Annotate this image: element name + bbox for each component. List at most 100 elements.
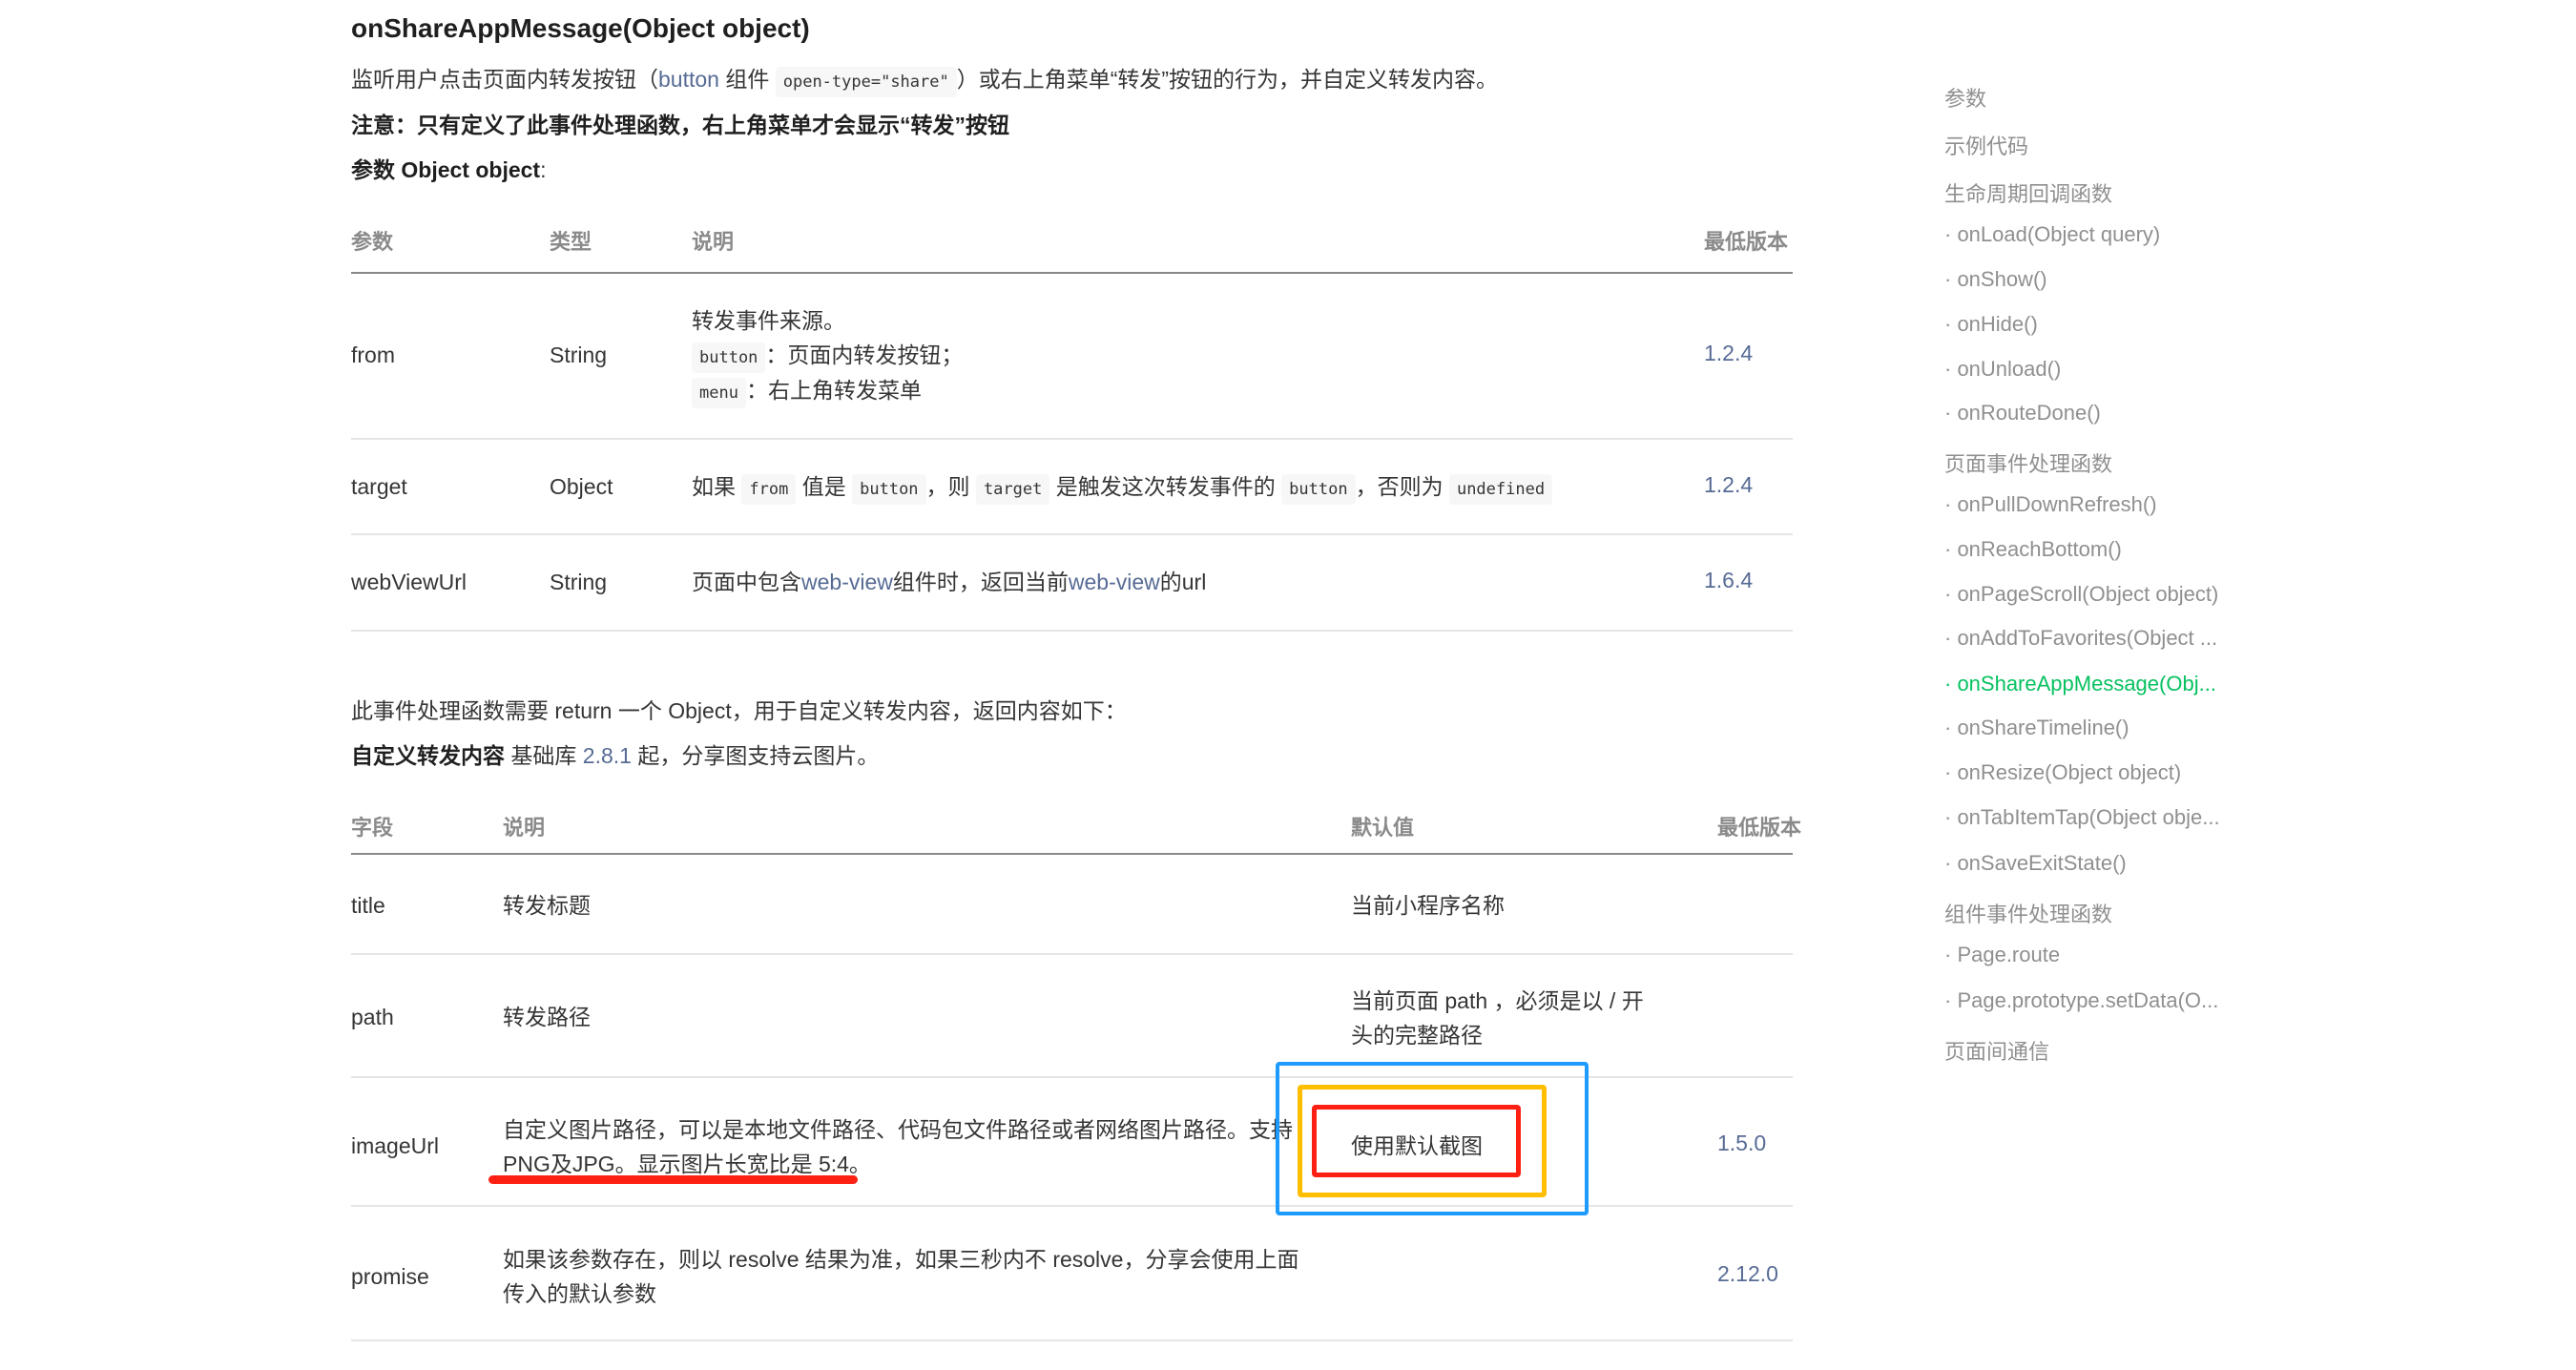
toc-item[interactable]: · onShow(): [1944, 267, 2047, 292]
code-from: from: [741, 474, 797, 505]
note-text: 注意：只有定义了此事件处理函数，右上角菜单才会显示“转发”按钮: [351, 113, 1009, 137]
field-name: promise: [351, 1264, 429, 1289]
toc-item[interactable]: · onReachBottom(): [1944, 537, 2122, 562]
desc-text: 是触发这次转发事件的: [1049, 474, 1282, 499]
toc-item[interactable]: · onAddToFavorites(Object ...: [1944, 626, 2217, 651]
code-target: target: [975, 474, 1050, 505]
code-button: button: [692, 342, 766, 373]
toc-item[interactable]: 组件事件处理函数: [1944, 898, 2112, 928]
row-divider: [351, 953, 1793, 955]
table2-header-default: 默认值: [1351, 816, 1415, 840]
toc-item[interactable]: · onRouteDone(): [1944, 401, 2101, 426]
toc-item[interactable]: · onPageScroll(Object object): [1944, 582, 2218, 607]
param-version[interactable]: 1.2.4: [1704, 472, 1753, 498]
desc-text: ，否则为: [1355, 474, 1449, 499]
red-box-annotation: [1312, 1105, 1521, 1177]
code-undefined: undefined: [1448, 474, 1553, 505]
toc-item[interactable]: · onLoad(Object query): [1944, 222, 2160, 247]
field-name: title: [351, 893, 385, 918]
toc-item[interactable]: · onResize(Object object): [1944, 760, 2181, 785]
param-name: from: [351, 342, 395, 367]
param-desc-line: button ：页面内转发按钮；: [692, 339, 963, 374]
code-button: button: [852, 474, 926, 505]
row-divider: [351, 630, 1793, 632]
desc-text: ：右上角转发菜单: [745, 378, 922, 403]
toc-item[interactable]: · Page.route: [1944, 943, 2060, 967]
toc-item[interactable]: · onShareTimeline(): [1944, 716, 2129, 740]
table2-header-divider: [351, 853, 1793, 855]
param-version[interactable]: 1.6.4: [1704, 568, 1753, 593]
toc-item[interactable]: 生命周期回调函数: [1944, 177, 2112, 208]
open-type-code: open-type="share": [775, 67, 957, 97]
toc-item-active[interactable]: · onShareAppMessage(Obj...: [1944, 672, 2216, 696]
table2-header-desc: 说明: [503, 816, 546, 840]
table1-header-param: 参数: [351, 230, 394, 254]
param-name: target: [351, 474, 407, 499]
web-view-link[interactable]: web-view: [801, 570, 893, 594]
param-version[interactable]: 1.2.4: [1704, 341, 1753, 366]
param-desc-line: menu ：右上角转发菜单: [692, 374, 922, 409]
desc-text: 的url: [1159, 570, 1207, 594]
param-desc: 页面中包含web-view组件时，返回当前web-view的url: [692, 566, 1206, 598]
toc-item[interactable]: 页面事件处理函数: [1944, 447, 2112, 478]
field-name: imageUrl: [351, 1133, 440, 1158]
toc-item[interactable]: 页面间通信: [1944, 1035, 2049, 1066]
field-desc-line: 自定义图片路径，可以是本地文件路径、代码包文件路径或者网络图片路径。支持: [503, 1117, 1293, 1142]
version-link[interactable]: 2.8.1: [583, 743, 632, 768]
field-version[interactable]: 2.12.0: [1717, 1261, 1778, 1287]
toc-item[interactable]: · onHide(): [1944, 312, 2038, 337]
toc-item[interactable]: · Page.prototype.setData(O...: [1944, 988, 2218, 1013]
toc-item[interactable]: · onPullDownRefresh(): [1944, 492, 2157, 517]
param-name: webViewUrl: [351, 570, 467, 594]
toc-item[interactable]: · onSaveExitState(): [1944, 851, 2127, 876]
param-type: String: [550, 342, 608, 367]
toc-item[interactable]: · onTabItemTap(Object obje...: [1944, 805, 2220, 830]
field-desc-line: 如果该参数存在，则以 resolve 结果为准，如果三秒内不 resolve，分…: [503, 1247, 1299, 1272]
field-desc-line: 传入的默认参数: [503, 1281, 656, 1306]
desc-suffix: ）或右上角菜单“转发”按钮的行为，并自定义转发内容。: [956, 67, 1499, 92]
toc-item[interactable]: 示例代码: [1944, 130, 2028, 160]
custom-content-title: 自定义转发内容: [351, 743, 505, 768]
toc-item[interactable]: · onUnload(): [1944, 357, 2061, 382]
param-type: Object: [550, 474, 613, 499]
desc-mid: 组件: [718, 67, 776, 92]
param-type: String: [550, 570, 608, 594]
desc-text: 如果: [692, 474, 742, 499]
custom-text: 起，分享图支持云图片。: [631, 743, 880, 768]
field-name: path: [351, 1005, 394, 1029]
param-desc: 如果 from 值是 button ，则 target 是触发这次转发事件的 bu…: [692, 470, 1553, 506]
desc-prefix: 监听用户点击页面内转发按钮（: [351, 67, 658, 92]
param-label-colon: :: [540, 157, 547, 182]
row-divider: [351, 533, 1793, 535]
field-default-line: 头的完整路径: [1351, 1023, 1483, 1048]
code-menu: menu: [692, 378, 746, 408]
table1-header-type: 类型: [550, 230, 592, 254]
return-description: 此事件处理函数需要 return 一个 Object，用于自定义转发内容，返回内…: [351, 698, 1127, 723]
field-desc: 转发路径: [503, 1005, 591, 1029]
field-default-line: 当前页面 path ，必须是以 / 开: [1351, 988, 1644, 1013]
desc-text: 页面中包含: [692, 570, 801, 594]
field-desc: 转发标题: [503, 893, 591, 918]
table1-header-version: 最低版本: [1704, 230, 1789, 254]
toc-item[interactable]: 参数: [1944, 82, 1986, 113]
desc-text: ：页面内转发按钮；: [765, 342, 964, 367]
field-version[interactable]: 1.5.0: [1717, 1131, 1766, 1156]
description: 监听用户点击页面内转发按钮（button 组件 open-type="share…: [351, 63, 1498, 98]
custom-content-line: 自定义转发内容 基础库 2.8.1 起，分享图支持云图片。: [351, 739, 879, 772]
param-desc-line: 转发事件来源。: [692, 308, 845, 333]
red-underline-annotation: [488, 1175, 858, 1184]
desc-text: 值是: [796, 474, 853, 499]
table1-header-desc: 说明: [692, 230, 735, 254]
field-default: 当前小程序名称: [1351, 893, 1505, 918]
page-title: onShareAppMessage(Object object): [351, 13, 810, 43]
custom-text: 基础库: [505, 743, 583, 768]
desc-text: ，则: [925, 474, 976, 499]
web-view-link[interactable]: web-view: [1069, 570, 1160, 594]
row-divider: [351, 1339, 1793, 1341]
table2-header-version: 最低版本: [1717, 816, 1802, 840]
param-label: 参数 Object object:: [351, 154, 546, 186]
desc-text: 组件时，返回当前: [892, 570, 1069, 594]
code-button: button: [1281, 474, 1356, 505]
table2-header-field: 字段: [351, 816, 394, 840]
button-link[interactable]: button: [658, 67, 719, 92]
